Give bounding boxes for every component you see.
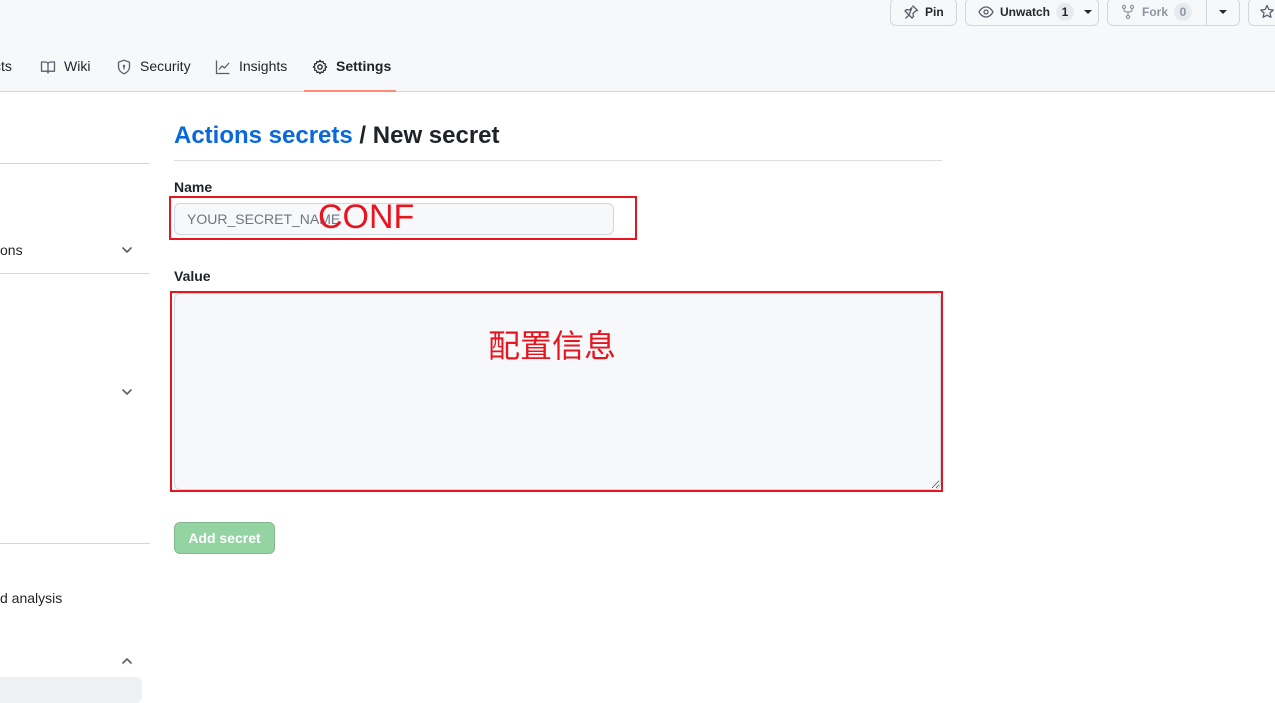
tab-label: Security xyxy=(140,58,191,74)
star-icon xyxy=(1259,4,1275,20)
sidebar-item-selected[interactable] xyxy=(0,677,142,703)
chevron-down-icon xyxy=(122,247,132,253)
value-label: Value xyxy=(174,268,211,284)
settings-sidebar: ons d analysis xyxy=(0,92,150,703)
sidebar-item-group[interactable] xyxy=(0,376,142,408)
unwatch-label: Unwatch xyxy=(1000,5,1051,19)
breadcrumb-actions-secrets[interactable]: Actions secrets xyxy=(174,122,353,149)
gear-icon xyxy=(312,59,328,75)
annotation-conf-text: CONF xyxy=(318,198,415,236)
sidebar-divider xyxy=(0,543,150,544)
watch-counter: 1 xyxy=(1056,3,1075,21)
eye-icon xyxy=(978,4,994,20)
breadcrumb-current: New secret xyxy=(372,122,500,149)
sidebar-item-label: d analysis xyxy=(0,590,63,606)
tab-wiki[interactable]: Wiki xyxy=(40,50,90,92)
pin-button[interactable]: Pin xyxy=(890,0,957,26)
repo-header: Pin Unwatch 1 Fork 0 cts xyxy=(0,0,1275,92)
sidebar-divider xyxy=(0,273,150,274)
tab-security[interactable]: Security xyxy=(116,50,191,92)
unwatch-button[interactable]: Unwatch 1 xyxy=(965,0,1099,26)
sidebar-divider xyxy=(0,163,150,164)
caret-down-icon xyxy=(1084,10,1093,14)
tab-projects[interactable]: cts xyxy=(0,50,12,92)
annotation-box-value xyxy=(170,291,943,492)
sidebar-item-actions[interactable]: ons xyxy=(0,234,142,266)
star-button[interactable] xyxy=(1248,0,1275,26)
tab-label: Wiki xyxy=(64,58,91,74)
fork-icon xyxy=(1120,4,1136,20)
fork-button[interactable]: Fork 0 xyxy=(1107,0,1207,26)
fork-label: Fork xyxy=(1142,5,1169,19)
fork-dropdown-button[interactable] xyxy=(1206,0,1240,26)
pin-label: Pin xyxy=(925,5,944,19)
fork-counter: 0 xyxy=(1174,3,1193,21)
tab-insights[interactable]: Insights xyxy=(215,50,287,92)
sidebar-item-secrets-group[interactable] xyxy=(0,645,142,677)
tab-label: Insights xyxy=(239,58,288,74)
shield-icon xyxy=(116,59,132,75)
tab-settings[interactable]: Settings xyxy=(304,50,396,92)
add-secret-button[interactable]: Add secret xyxy=(174,522,275,554)
caret-down-icon xyxy=(1219,10,1227,14)
tab-label: Settings xyxy=(336,58,392,74)
graph-icon xyxy=(215,59,231,75)
annotation-config-text: 配置信息 xyxy=(488,327,617,365)
sidebar-item-code-analysis[interactable]: d analysis xyxy=(0,582,142,614)
pin-icon xyxy=(903,4,919,20)
name-label: Name xyxy=(174,179,213,195)
repo-actions: Pin Unwatch 1 Fork 0 xyxy=(0,0,1275,26)
breadcrumb-separator: / xyxy=(359,122,367,149)
chevron-down-icon xyxy=(122,389,132,395)
tab-label: cts xyxy=(0,58,12,74)
page-title: Actions secrets / New secret xyxy=(174,122,942,161)
sidebar-item-label: ons xyxy=(0,242,23,258)
book-icon xyxy=(40,59,56,75)
chevron-up-icon xyxy=(122,658,132,664)
